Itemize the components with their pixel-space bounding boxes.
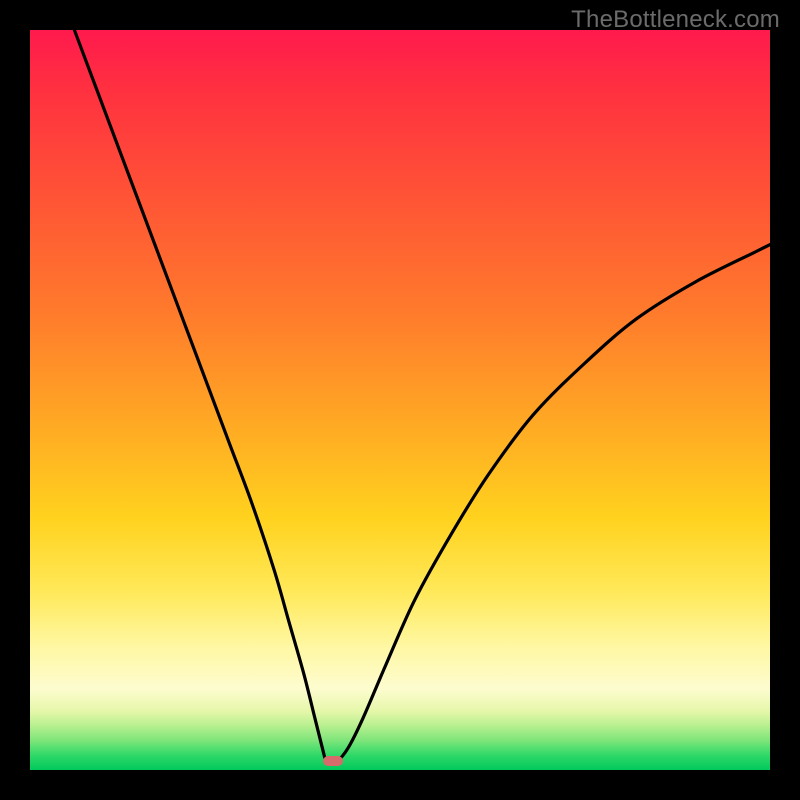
watermark-text: TheBottleneck.com: [571, 6, 780, 34]
chart-frame: TheBottleneck.com: [0, 0, 800, 800]
plot-area: [30, 30, 770, 770]
bottleneck-marker: [323, 756, 343, 766]
bottleneck-curve: [30, 30, 770, 770]
